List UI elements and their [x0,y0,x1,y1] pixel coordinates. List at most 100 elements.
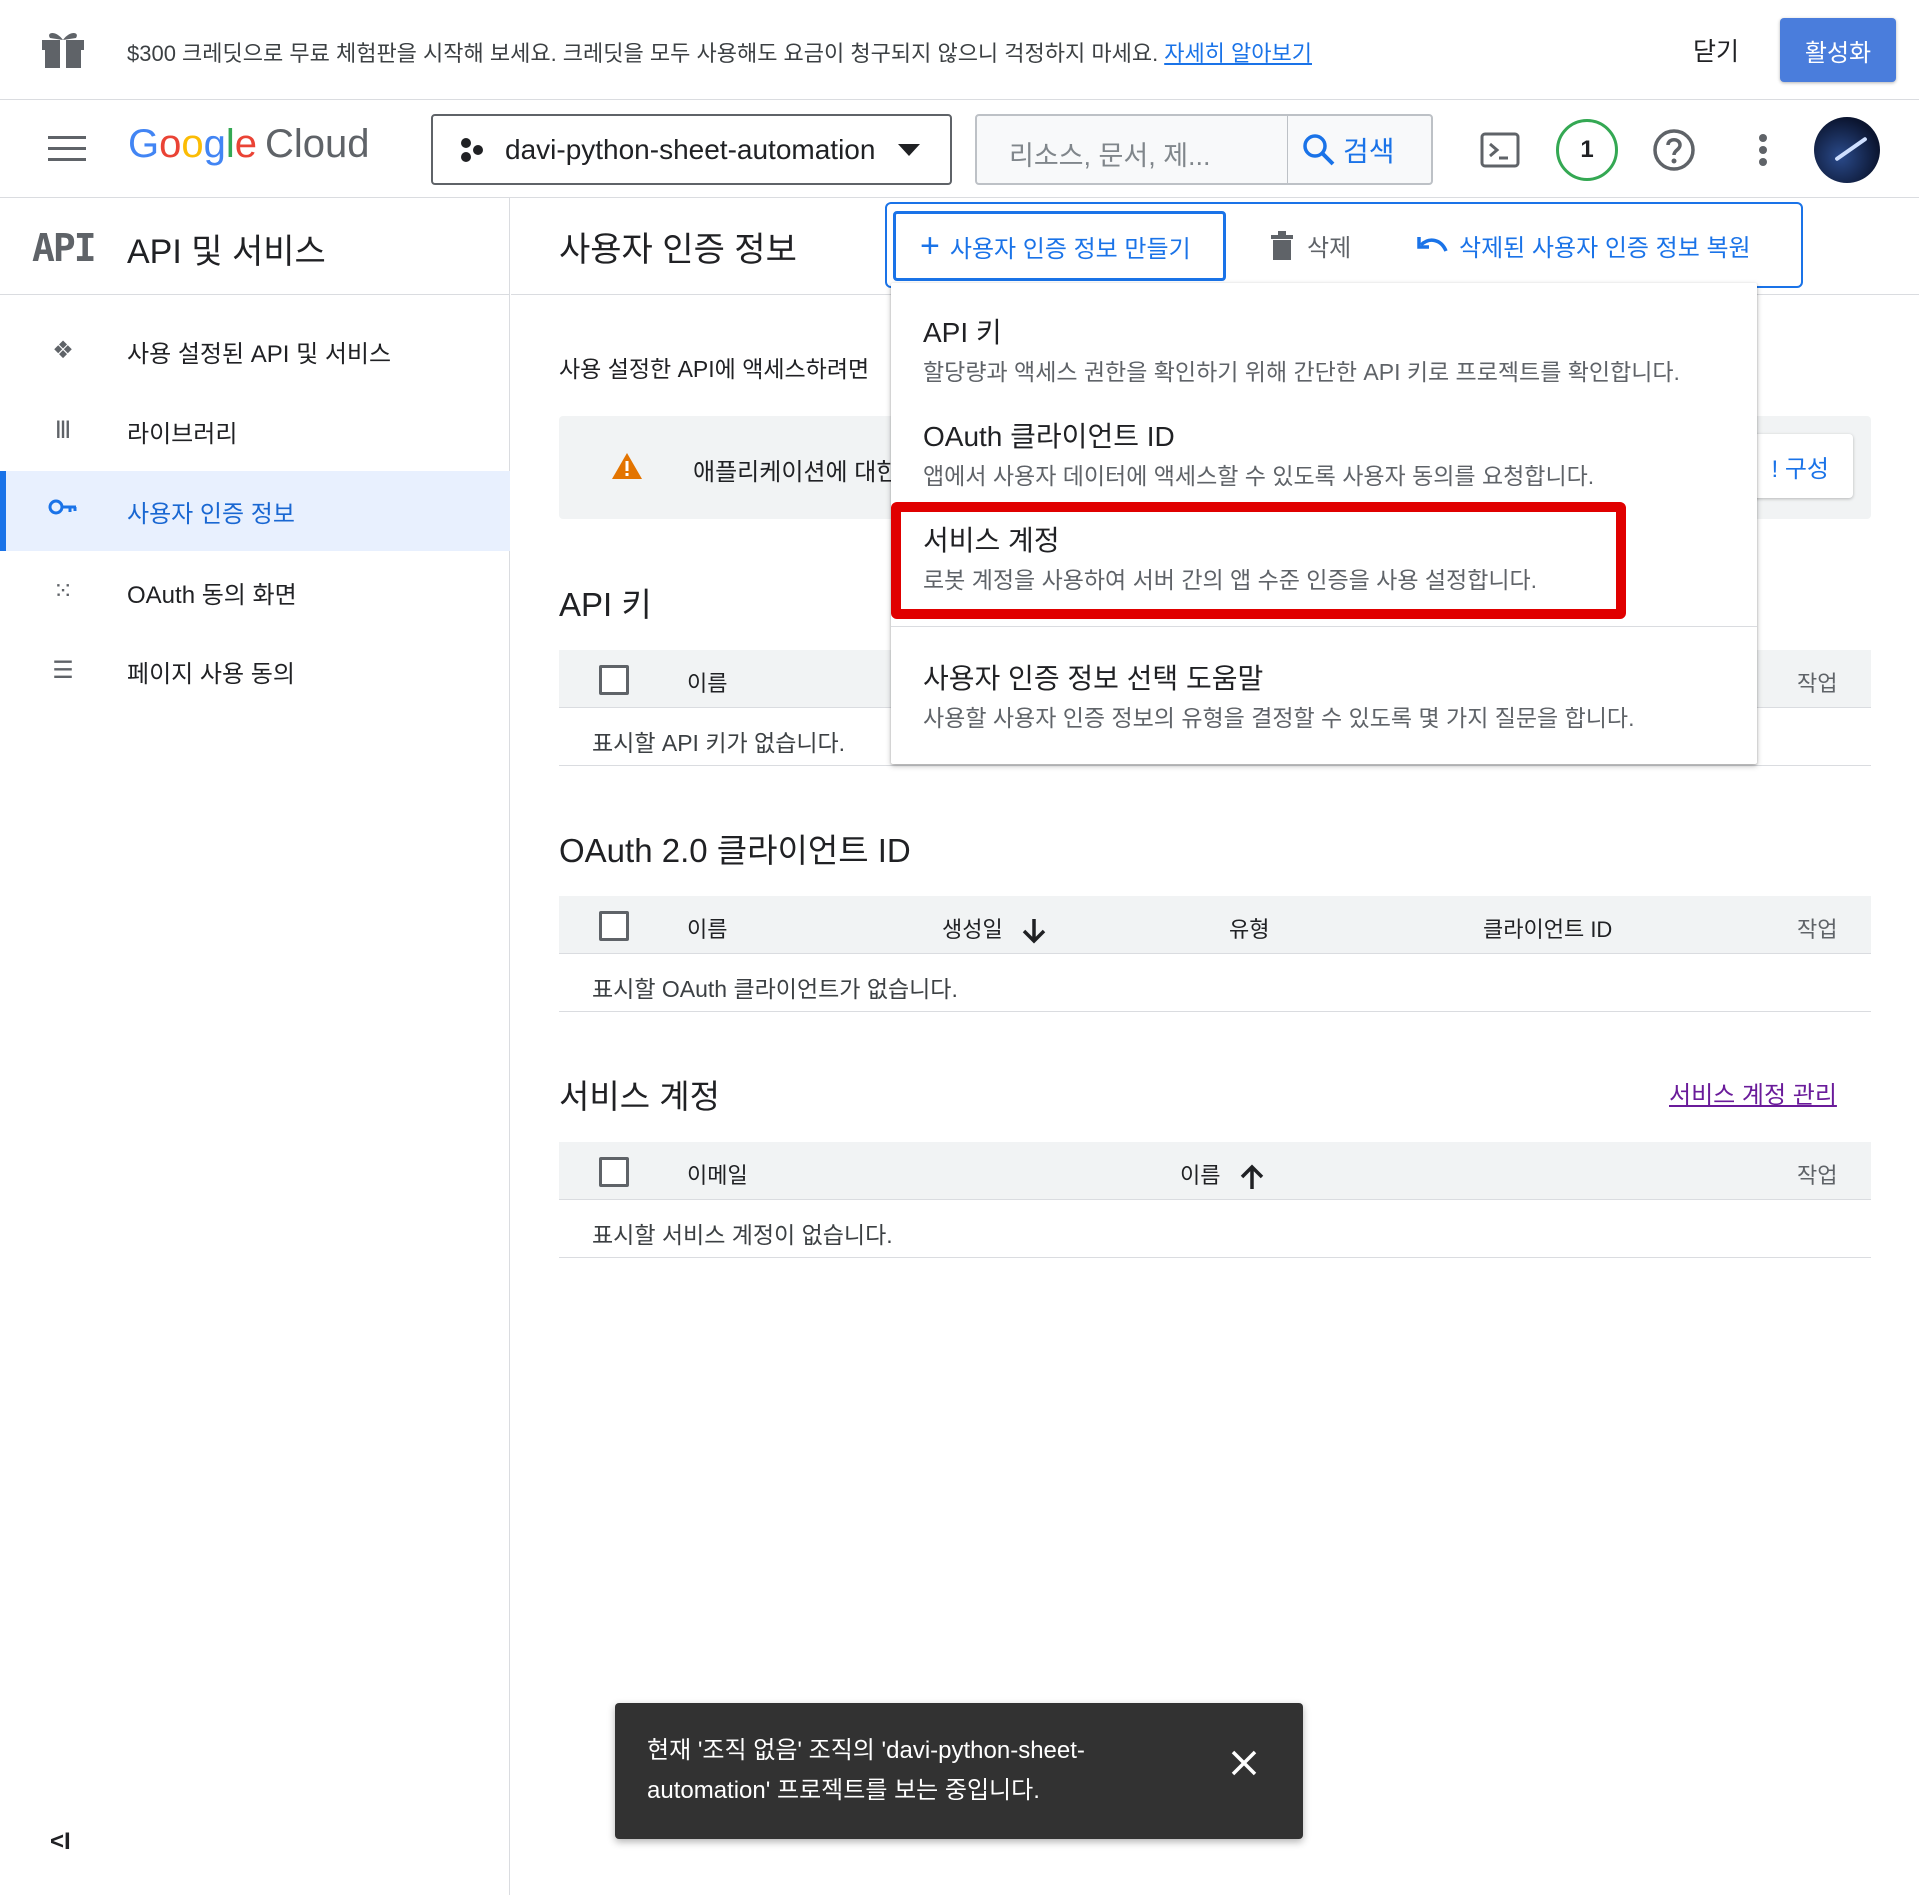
menu-item-desc: 앱에서 사용자 데이터에 액세스할 수 있도록 사용자 동의를 요청합니다. [923,463,1595,489]
top-bar: Google Cloud davi-python-sheet-automation… [0,100,1919,198]
sidebar-title: API 및 서비스 [127,233,326,271]
warning-text: 애플리케이션에 대한 [693,459,899,486]
diamond-grid-icon: ❖ [52,337,74,364]
search-button[interactable]: 검색 [1301,130,1395,170]
project-selector[interactable]: davi-python-sheet-automation [431,114,952,185]
select-all-checkbox[interactable] [599,1157,629,1187]
column-name[interactable]: 이름 [687,666,727,698]
oauth-table-header: 이름 생성일 유형 클라이언트 ID 작업 [559,896,1871,954]
service-accounts-empty-row: 표시할 서비스 계정이 없습니다. [559,1200,1871,1258]
sidebar-item-label: 라이브러리 [127,420,238,448]
menu-item-api-key[interactable]: API 키 할당량과 액세스 권한을 확인하기 위해 간단한 API 키로 프로… [891,283,1757,387]
restore-credentials-button[interactable]: 삭제된 사용자 인증 정보 복원 [1417,228,1751,263]
sidebar-item-label: 페이지 사용 동의 [127,660,295,688]
gift-icon [42,33,84,68]
project-icon [461,137,483,162]
page-title: 사용자 인증 정보 [559,231,797,269]
column-created-label: 생성일 [942,917,1003,942]
main-header: 사용자 인증 정보 + 사용자 인증 정보 만들기 삭제 삭제된 사용자 인증 … [511,198,1919,295]
service-accounts-title: 서비스 계정 [559,1078,720,1115]
column-name[interactable]: 이름 [1180,1158,1265,1191]
sidebar: API API 및 서비스 ❖ 사용 설정된 API 및 서비스 Ⅲ 라이브러리… [0,198,510,1895]
api-logo: API [32,226,97,270]
dots-grid-icon: ⁙ [52,578,74,605]
empty-message: 표시할 서비스 계정이 없습니다. [592,1222,893,1248]
column-type[interactable]: 유형 [1229,912,1269,944]
chevron-down-icon [898,144,920,156]
sidebar-item-label: OAuth 동의 화면 [127,581,297,609]
more-vert-icon [1759,134,1767,166]
activate-button[interactable]: 활성화 [1780,18,1896,82]
undo-icon [1417,236,1448,252]
column-actions: 작업 [1797,917,1838,942]
help-icon [1653,129,1695,171]
key-icon [46,496,80,526]
menu-item-title: API 키 [923,317,1002,348]
search-button-label: 검색 [1343,136,1395,167]
menu-item-desc: 사용할 사용자 인증 정보의 유형을 결정할 수 있도록 몇 가지 질문을 합니… [923,705,1635,731]
restore-label: 삭제된 사용자 인증 정보 복원 [1459,235,1751,262]
avatar[interactable] [1814,117,1880,183]
help-button[interactable] [1644,120,1704,180]
banner-text: $300 크레딧으로 무료 체험판을 시작해 보세요. 크레딧을 모두 사용해도… [127,41,1159,66]
search-box[interactable]: 리소스, 문서, 제... 검색 [975,114,1433,185]
empty-message: 표시할 API 키가 없습니다. [592,730,846,756]
trash-icon [1271,230,1293,260]
menu-item-desc: 할당량과 액세스 권한을 확인하기 위해 간단한 API 키로 프로젝트를 확인… [923,359,1680,385]
sidebar-item-enabled-apis[interactable]: ❖ 사용 설정된 API 및 서비스 [0,311,510,391]
delete-button[interactable]: 삭제 [1269,228,1351,263]
api-keys-title: API 키 [559,586,652,623]
cloud-shell-button[interactable] [1470,120,1530,180]
arrow-up-icon [1240,1164,1263,1190]
intro-text: 사용 설정한 API에 액세스하려면 [559,356,870,382]
sidebar-item-page-usage-agreements[interactable]: ☰ 페이지 사용 동의 [0,631,510,711]
notification-badge[interactable]: 1 [1556,119,1618,181]
column-client-id[interactable]: 클라이언트 ID [1483,912,1612,944]
promo-banner: $300 크레딧으로 무료 체험판을 시작해 보세요. 크레딧을 모두 사용해도… [0,0,1919,100]
menu-item-title: 사용자 인증 정보 선택 도움말 [923,663,1264,694]
column-name[interactable]: 이름 [687,912,727,944]
sidebar-header: API API 및 서비스 [0,198,510,295]
toast-message: 현재 '조직 없음' 조직의 'davi-python-sheet-automa… [647,1737,1085,1804]
create-credentials-button[interactable]: + 사용자 인증 정보 만들기 [893,211,1226,281]
empty-message: 표시할 OAuth 클라이언트가 없습니다. [592,976,958,1002]
menu-item-help-me-choose[interactable]: 사용자 인증 정보 선택 도움말 사용할 사용자 인증 정보의 유형을 결정할 … [891,627,1757,764]
menu-item-title: OAuth 클라이언트 ID [923,421,1175,452]
column-actions: 작업 [1797,1163,1838,1188]
menu-item-oauth-client-id[interactable]: OAuth 클라이언트 ID 앱에서 사용자 데이터에 액세스할 수 있도록 사… [891,387,1757,491]
project-name: davi-python-sheet-automation [505,133,876,165]
service-accounts-table-header: 이메일 이름 작업 [559,1142,1871,1200]
project-toast: 현재 '조직 없음' 조직의 'davi-python-sheet-automa… [615,1703,1303,1839]
highlight-box [891,502,1626,619]
banner-message: $300 크레딧으로 무료 체험판을 시작해 보세요. 크레딧을 모두 사용해도… [127,36,1312,68]
menu-icon[interactable] [48,136,86,162]
oauth-title: OAuth 2.0 클라이언트 ID [559,832,911,869]
sidebar-item-oauth-consent[interactable]: ⁙ OAuth 동의 화면 [0,552,510,632]
settings-list-icon: ☰ [52,657,74,684]
plus-icon: + [920,227,940,265]
learn-more-link[interactable]: 자세히 알아보기 [1164,41,1312,66]
sidebar-item-label: 사용자 인증 정보 [127,500,295,528]
column-created[interactable]: 생성일 [942,912,1047,945]
oauth-empty-row: 표시할 OAuth 클라이언트가 없습니다. [559,954,1871,1012]
google-cloud-logo[interactable]: Google Cloud [128,122,370,167]
sidebar-item-label: 사용 설정된 API 및 서비스 [127,340,392,368]
library-icon: Ⅲ [54,417,72,444]
search-input[interactable]: 리소스, 문서, 제... [1009,134,1211,173]
collapse-sidebar-button[interactable]: <I [50,1828,71,1856]
sidebar-item-credentials[interactable]: 사용자 인증 정보 [0,471,510,551]
banner-close-button[interactable]: 닫기 [1693,32,1739,68]
sidebar-item-library[interactable]: Ⅲ 라이브러리 [0,391,510,471]
manage-service-accounts-link[interactable]: 서비스 계정 관리 [1669,1075,1837,1110]
create-credentials-label: 사용자 인증 정보 만들기 [949,235,1191,263]
select-all-checkbox[interactable] [599,911,629,941]
column-name-label: 이름 [1180,1163,1221,1188]
column-actions: 작업 [1797,671,1838,696]
arrow-down-icon [1022,919,1046,944]
more-options-button[interactable] [1733,120,1793,180]
delete-label: 삭제 [1307,235,1352,262]
column-email[interactable]: 이메일 [687,1158,748,1190]
select-all-checkbox[interactable] [599,665,629,695]
close-icon[interactable] [1230,1749,1258,1777]
warning-icon [612,453,642,479]
